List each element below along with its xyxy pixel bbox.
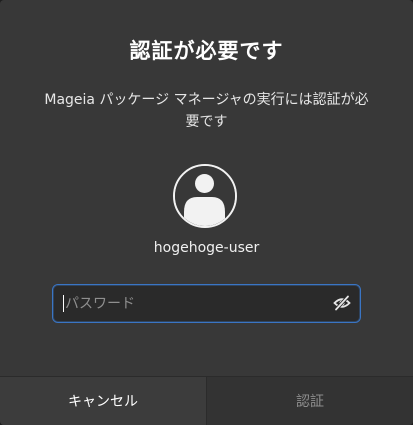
password-input[interactable] <box>63 285 327 323</box>
dialog-title: 認証が必要です <box>129 39 284 63</box>
cancel-button[interactable]: キャンセル <box>0 377 207 425</box>
auth-dialog: 認証が必要です Mageia パッケージ マネージャの実行には認証が必要です h… <box>0 0 413 425</box>
user-avatar-icon <box>173 164 237 228</box>
eye-slash-icon[interactable] <box>333 294 351 312</box>
dialog-message: Mageia パッケージ マネージャの実行には認証が必要です <box>44 92 369 130</box>
dialog-buttons: キャンセル 認証 <box>0 376 413 425</box>
text-caret <box>63 295 64 312</box>
username: hogehoge-user <box>153 240 260 256</box>
password-field[interactable] <box>52 284 361 323</box>
authenticate-button[interactable]: 認証 <box>207 377 413 425</box>
